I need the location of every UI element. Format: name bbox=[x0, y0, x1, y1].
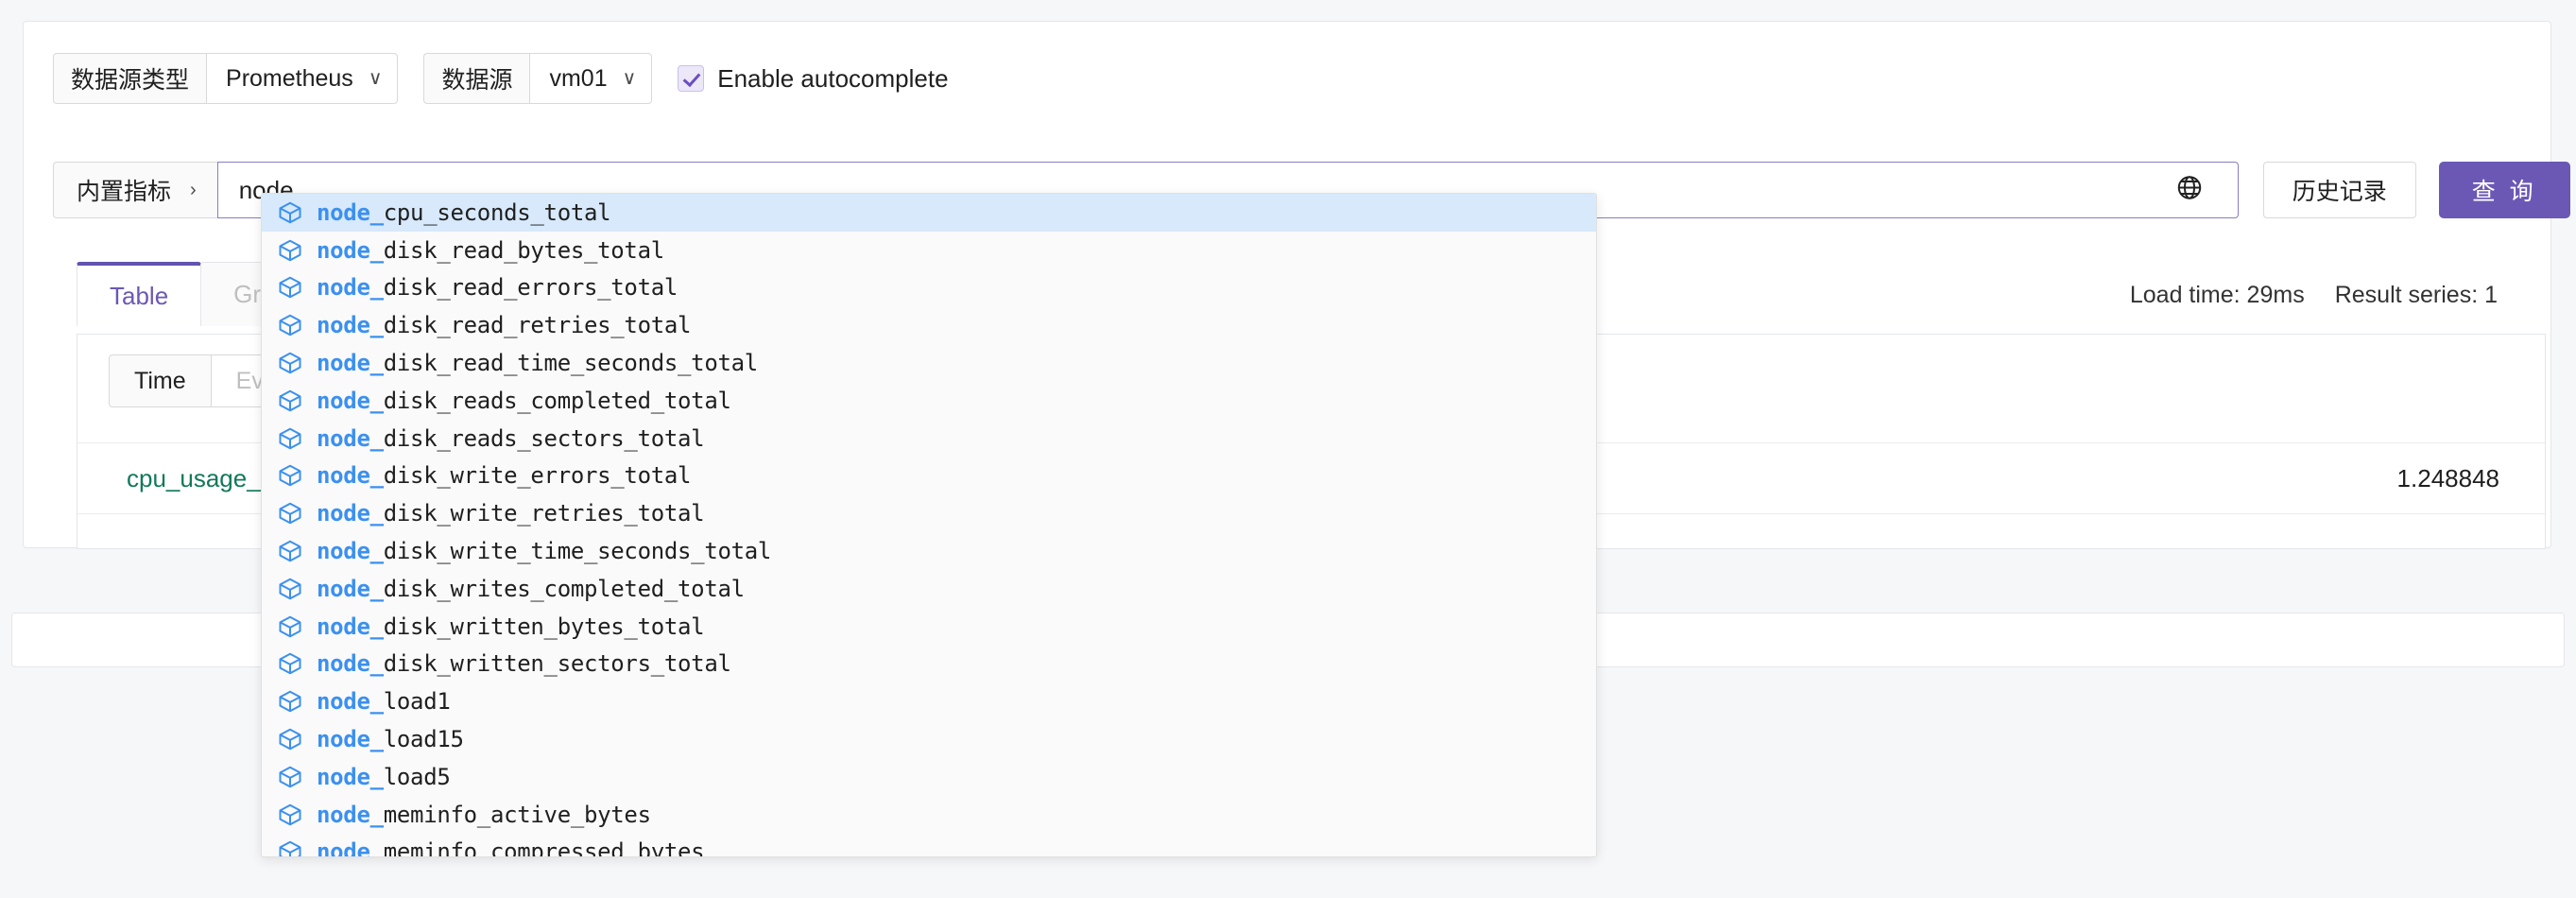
cube-icon bbox=[277, 500, 317, 527]
autocomplete-item[interactable]: node_meminfo_compressed_bytes bbox=[262, 834, 1596, 857]
checkbox-checked-icon bbox=[678, 65, 705, 92]
autocomplete-dropdown[interactable]: node_cpu_seconds_total node_disk_read_byt… bbox=[261, 193, 1597, 857]
cube-icon bbox=[277, 726, 317, 752]
autocomplete-item-label: node_disk_written_bytes_total bbox=[317, 613, 705, 640]
autocomplete-item-label: node_disk_read_retries_total bbox=[317, 312, 692, 339]
autocomplete-item[interactable]: node_load1 bbox=[262, 682, 1596, 720]
autocomplete-item-label: node_disk_read_time_seconds_total bbox=[317, 350, 758, 377]
datasource-type-select[interactable]: Prometheus ∨ bbox=[206, 53, 399, 104]
cube-icon bbox=[277, 650, 317, 677]
cube-icon bbox=[277, 425, 317, 452]
autocomplete-item[interactable]: node_load15 bbox=[262, 720, 1596, 758]
autocomplete-item-label: node_meminfo_compressed_bytes bbox=[317, 838, 705, 857]
load-time-text: Load time: 29ms bbox=[2129, 282, 2305, 308]
cube-icon bbox=[277, 388, 317, 414]
autocomplete-item[interactable]: node_disk_written_bytes_total bbox=[262, 608, 1596, 646]
autocomplete-item[interactable]: node_disk_written_sectors_total bbox=[262, 646, 1596, 683]
page-root: 数据源类型 Prometheus ∨ 数据源 vm01 ∨ Enable aut… bbox=[0, 0, 2576, 898]
builtin-metrics-button[interactable]: 内置指标 › bbox=[53, 162, 217, 218]
history-button[interactable]: 历史记录 bbox=[2262, 162, 2416, 218]
cube-icon bbox=[277, 312, 317, 338]
autocomplete-item-label: node_load1 bbox=[317, 688, 451, 716]
datasource-value: vm01 bbox=[549, 64, 608, 92]
cube-icon bbox=[277, 237, 317, 264]
cube-icon bbox=[277, 462, 317, 489]
autocomplete-item[interactable]: node_disk_read_time_seconds_total bbox=[262, 344, 1596, 382]
autocomplete-item[interactable]: node_disk_read_retries_total bbox=[262, 306, 1596, 344]
builtin-metrics-label: 内置指标 bbox=[77, 179, 172, 205]
autocomplete-item-label: node_disk_reads_sectors_total bbox=[317, 424, 705, 452]
cube-icon bbox=[277, 764, 317, 790]
autocomplete-item[interactable]: node_disk_writes_completed_total bbox=[262, 570, 1596, 608]
datasource-type-value: Prometheus bbox=[226, 64, 353, 92]
enable-autocomplete-checkbox[interactable]: Enable autocomplete bbox=[678, 63, 949, 94]
autocomplete-item[interactable]: node_disk_write_errors_total bbox=[262, 458, 1596, 495]
autocomplete-item-label: node_disk_written_sectors_total bbox=[317, 650, 731, 678]
chevron-down-icon: ∨ bbox=[368, 68, 383, 89]
autocomplete-item[interactable]: node_disk_write_retries_total bbox=[262, 494, 1596, 532]
chevron-down-icon: ∨ bbox=[622, 68, 637, 89]
autocomplete-item[interactable]: node_meminfo_active_bytes bbox=[262, 796, 1596, 834]
autocomplete-item-label: node_disk_read_bytes_total bbox=[317, 236, 664, 264]
cube-icon bbox=[277, 350, 317, 376]
cube-icon bbox=[277, 274, 317, 301]
cube-icon bbox=[277, 538, 317, 564]
autocomplete-item-label: node_cpu_seconds_total bbox=[317, 199, 611, 226]
datasource-toolbar: 数据源类型 Prometheus ∨ 数据源 vm01 ∨ Enable aut… bbox=[53, 53, 949, 104]
metric-value: 1.248848 bbox=[2396, 463, 2499, 492]
autocomplete-item[interactable]: node_load5 bbox=[262, 758, 1596, 796]
autocomplete-item-label: node_disk_reads_completed_total bbox=[317, 387, 731, 414]
cube-icon bbox=[277, 688, 317, 715]
datasource-type-group: 数据源类型 Prometheus ∨ bbox=[53, 53, 399, 104]
datasource-label: 数据源 bbox=[423, 53, 530, 104]
cube-icon bbox=[277, 802, 317, 828]
cube-icon bbox=[277, 613, 317, 640]
autocomplete-item[interactable]: node_disk_read_bytes_total bbox=[262, 232, 1596, 269]
autocomplete-item-label: node_load5 bbox=[317, 763, 451, 790]
autocomplete-item[interactable]: node_disk_write_time_seconds_total bbox=[262, 532, 1596, 570]
datasource-type-label: 数据源类型 bbox=[53, 53, 207, 104]
tab-table[interactable]: Table bbox=[77, 262, 202, 326]
autocomplete-item-label: node_disk_write_time_seconds_total bbox=[317, 538, 772, 565]
autocomplete-item-label: node_meminfo_active_bytes bbox=[317, 801, 651, 828]
autocomplete-item[interactable]: node_disk_reads_sectors_total bbox=[262, 420, 1596, 458]
toggle-time[interactable]: Time bbox=[109, 354, 212, 407]
autocomplete-item-label: node_disk_read_errors_total bbox=[317, 274, 678, 302]
datasource-select[interactable]: vm01 ∨ bbox=[529, 53, 653, 104]
cube-icon bbox=[277, 838, 317, 856]
result-series-text: Result series: 1 bbox=[2334, 282, 2498, 308]
cube-icon bbox=[277, 576, 317, 602]
chevron-right-icon: › bbox=[190, 180, 197, 200]
globe-icon[interactable] bbox=[2175, 174, 2204, 207]
datasource-group: 数据源 vm01 ∨ bbox=[423, 53, 653, 104]
autocomplete-item-label: node_disk_write_errors_total bbox=[317, 462, 692, 490]
autocomplete-item[interactable]: node_cpu_seconds_total bbox=[262, 194, 1596, 232]
autocomplete-item[interactable]: node_disk_reads_completed_total bbox=[262, 382, 1596, 420]
autocomplete-item-label: node_load15 bbox=[317, 726, 464, 753]
run-query-button[interactable]: 查 询 bbox=[2438, 162, 2570, 218]
enable-autocomplete-label: Enable autocomplete bbox=[717, 63, 949, 93]
cube-icon bbox=[277, 199, 317, 226]
autocomplete-item-label: node_disk_write_retries_total bbox=[317, 500, 705, 527]
autocomplete-item[interactable]: node_disk_read_errors_total bbox=[262, 269, 1596, 307]
query-meta: Load time: 29ms Result series: 1 bbox=[2130, 282, 2498, 309]
autocomplete-item-label: node_disk_writes_completed_total bbox=[317, 575, 745, 602]
